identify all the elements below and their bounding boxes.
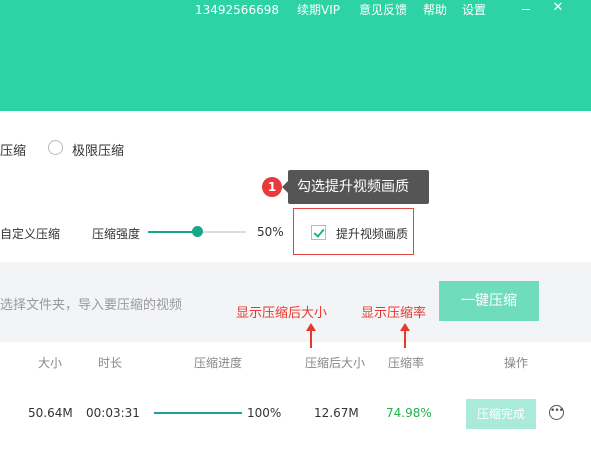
annotation-size-after: 显示压缩后大小 (236, 306, 328, 321)
compress-done-button[interactable]: 压缩完成 (466, 399, 536, 429)
arrow-up-icon (400, 323, 410, 348)
more-options-icon[interactable]: ••• (549, 405, 564, 420)
app-header: 13492566698 续期VIP 意见反馈 帮助 设置 ✕ (0, 0, 591, 111)
radio-extreme-compress[interactable] (48, 140, 63, 155)
feedback-link[interactable]: 意见反馈 (359, 3, 407, 17)
column-header-duration: 时长 (98, 356, 123, 370)
arrow-up-icon (306, 323, 316, 348)
column-header-size-after: 压缩后大小 (305, 356, 366, 370)
strength-slider-thumb[interactable] (192, 226, 203, 237)
column-header-ratio: 压缩率 (388, 356, 425, 370)
radio-label-compress[interactable]: 压缩 (0, 140, 26, 159)
strength-value: 50% (257, 225, 284, 239)
row-duration: 00:03:31 (86, 406, 140, 420)
custom-compress-label[interactable]: 自定义压缩 (0, 225, 60, 242)
close-icon[interactable]: ✕ (548, 0, 568, 18)
annotation-ratio: 显示压缩率 (361, 306, 427, 321)
column-header-size: 大小 (38, 356, 63, 370)
account-phone: 13492566698 (195, 3, 279, 17)
strength-label: 压缩强度 (92, 227, 141, 241)
step-badge: 1 (262, 177, 282, 197)
row-size-after: 12.67M (314, 406, 359, 420)
column-header-progress: 压缩进度 (194, 356, 243, 370)
radio-label-extreme[interactable]: 极限压缩 (72, 140, 124, 159)
renew-vip-link[interactable]: 续期VIP (297, 3, 340, 17)
drop-hint: 选择文件夹，导入要压缩的视频 (0, 298, 183, 313)
row-ratio: 74.98% (386, 406, 432, 420)
enhance-quality-checkbox[interactable] (311, 225, 326, 240)
row-progress-value: 100% (247, 406, 282, 420)
column-header-action: 操作 (504, 356, 529, 370)
strength-slider-fill (148, 231, 197, 233)
enhance-quality-label[interactable]: 提升视频画质 (336, 225, 408, 242)
tooltip: 勾选提升视频画质 (282, 170, 429, 204)
settings-link[interactable]: 设置 (462, 3, 486, 17)
row-progress-bar (154, 412, 242, 414)
minimize-icon[interactable] (517, 0, 537, 18)
help-link[interactable]: 帮助 (423, 3, 447, 17)
one-click-compress-button[interactable]: 一键压缩 (439, 281, 539, 321)
row-size: 50.64M (28, 406, 73, 420)
